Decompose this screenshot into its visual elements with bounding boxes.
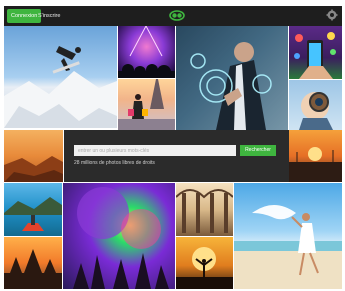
search-button[interactable]: Rechercher (240, 145, 276, 156)
search-input[interactable] (74, 145, 236, 156)
gear-icon[interactable] (326, 9, 338, 21)
photo-mosaic-page: Connexion S'inscrire entrer un ou plusie… (0, 0, 345, 291)
photo-business-hologram[interactable] (176, 26, 288, 130)
signup-link[interactable]: S'inscrire (38, 9, 60, 23)
login-button[interactable]: Connexion (7, 9, 42, 23)
top-bar: Connexion S'inscrire (4, 6, 342, 26)
photo-snowboarder[interactable] (4, 26, 117, 128)
photo-kayak-lake[interactable] (4, 183, 62, 236)
search-panel: Rechercher 28 millions de photos libres … (64, 130, 289, 182)
photo-venice-interior[interactable] (176, 183, 233, 236)
photo-paris-shopping[interactable] (118, 79, 175, 130)
photo-freedom-silhouette[interactable] (176, 237, 233, 289)
photo-magnifier-man[interactable] (289, 80, 342, 130)
photo-desert[interactable] (4, 130, 63, 182)
photo-concert[interactable] (118, 26, 175, 78)
photo-color-festival[interactable] (63, 183, 175, 289)
search-tagline: 28 millions de photos libres de droits (74, 160, 155, 166)
photo-beach-woman[interactable] (234, 183, 342, 289)
photo-temple-sunset[interactable] (4, 237, 62, 289)
photo-smartphone-social[interactable] (289, 26, 342, 79)
photo-sunset-field[interactable] (289, 130, 342, 182)
brand-logo-icon[interactable] (169, 10, 185, 21)
